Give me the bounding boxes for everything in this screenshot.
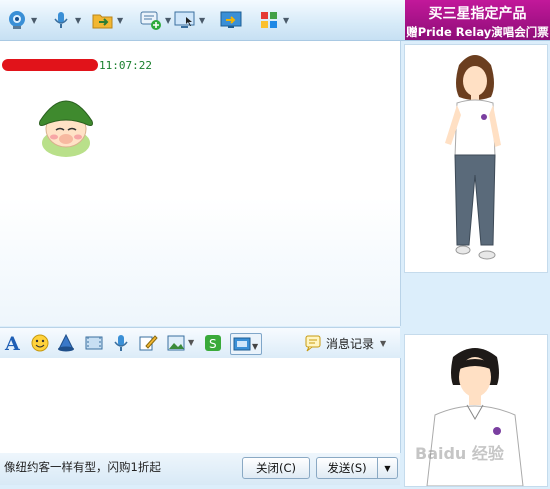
- chevron-down-icon[interactable]: ▼: [165, 16, 171, 25]
- watermark: Baidu 经验: [415, 444, 504, 463]
- send-options-button[interactable]: ▼: [377, 457, 398, 479]
- svg-text:▼: ▼: [252, 342, 259, 351]
- webcam-button[interactable]: ▼: [6, 8, 37, 32]
- voice-icon[interactable]: [111, 333, 131, 353]
- remote-assist-button[interactable]: ▼: [174, 8, 205, 32]
- svg-text:A: A: [4, 333, 20, 353]
- message-time: 11:07:22: [99, 59, 152, 72]
- chevron-down-icon[interactable]: ▼: [188, 338, 194, 347]
- file-transfer-button[interactable]: ▼: [92, 8, 123, 32]
- file-transfer-icon: [92, 9, 114, 31]
- apps-grid-icon: [258, 9, 280, 31]
- chevron-down-icon[interactable]: ▼: [199, 16, 205, 25]
- chevron-down-icon[interactable]: ▼: [31, 16, 37, 25]
- ad-banner-line1: 买三星指定产品: [428, 6, 527, 22]
- chevron-down-icon: ▼: [384, 463, 391, 473]
- screenshot-icon: ▼: [233, 337, 259, 351]
- redacted-sender-name: [2, 59, 98, 71]
- font-icon[interactable]: A: [3, 333, 23, 353]
- message-history-button[interactable]: 消息记录 ▼: [304, 334, 386, 352]
- ad-banner-line2: 赠Pride Relay演唱会门票: [406, 25, 549, 39]
- screen-share-button[interactable]: [220, 8, 242, 32]
- music-icon[interactable]: S: [203, 333, 223, 353]
- webcam-icon: [6, 9, 28, 31]
- svg-text:S: S: [209, 337, 217, 351]
- history-icon: [305, 335, 321, 352]
- send-button[interactable]: 发送(S): [316, 457, 378, 479]
- microphone-icon: [50, 9, 72, 31]
- chevron-down-icon[interactable]: ▼: [117, 16, 123, 25]
- chat-history[interactable]: 11:07:22: [0, 41, 401, 326]
- apps-button[interactable]: ▼: [258, 8, 289, 32]
- add-chat-icon: [140, 9, 162, 31]
- soldier-helmet-emoticon: [36, 85, 96, 165]
- voice-button[interactable]: ▼: [50, 8, 81, 32]
- video-clip-icon[interactable]: [84, 333, 104, 353]
- ad-banner[interactable]: 买三星指定产品 赠Pride Relay演唱会门票: [405, 0, 550, 40]
- image-icon[interactable]: [166, 333, 186, 353]
- screen-share-icon: [220, 9, 242, 31]
- smiley-icon[interactable]: [30, 333, 50, 353]
- chevron-down-icon[interactable]: ▼: [283, 16, 289, 25]
- message-input[interactable]: [0, 358, 401, 453]
- shake-icon[interactable]: [56, 333, 76, 353]
- bottom-bar: 像纽约客一样有型，闪购1折起 关闭(C) 发送(S) ▼: [0, 453, 400, 485]
- my-avatar-panel: [404, 334, 548, 487]
- edit-icon[interactable]: [138, 333, 158, 353]
- ad-text-link[interactable]: 像纽约客一样有型，闪购1折起: [4, 459, 161, 475]
- female-avatar-show: [445, 55, 501, 260]
- remote-assist-icon: [174, 9, 196, 31]
- contact-avatar-panel: [404, 44, 548, 273]
- multi-chat-button[interactable]: ▼: [140, 8, 171, 32]
- input-toolbar: A ▼ S ▼ 消息记录 ▼: [0, 327, 400, 359]
- screenshot-button[interactable]: ▼: [230, 333, 262, 355]
- chevron-down-icon[interactable]: ▼: [75, 16, 81, 25]
- history-label: 消息记录: [326, 336, 375, 351]
- close-button[interactable]: 关闭(C): [242, 457, 310, 479]
- chevron-down-icon[interactable]: ▼: [380, 339, 386, 348]
